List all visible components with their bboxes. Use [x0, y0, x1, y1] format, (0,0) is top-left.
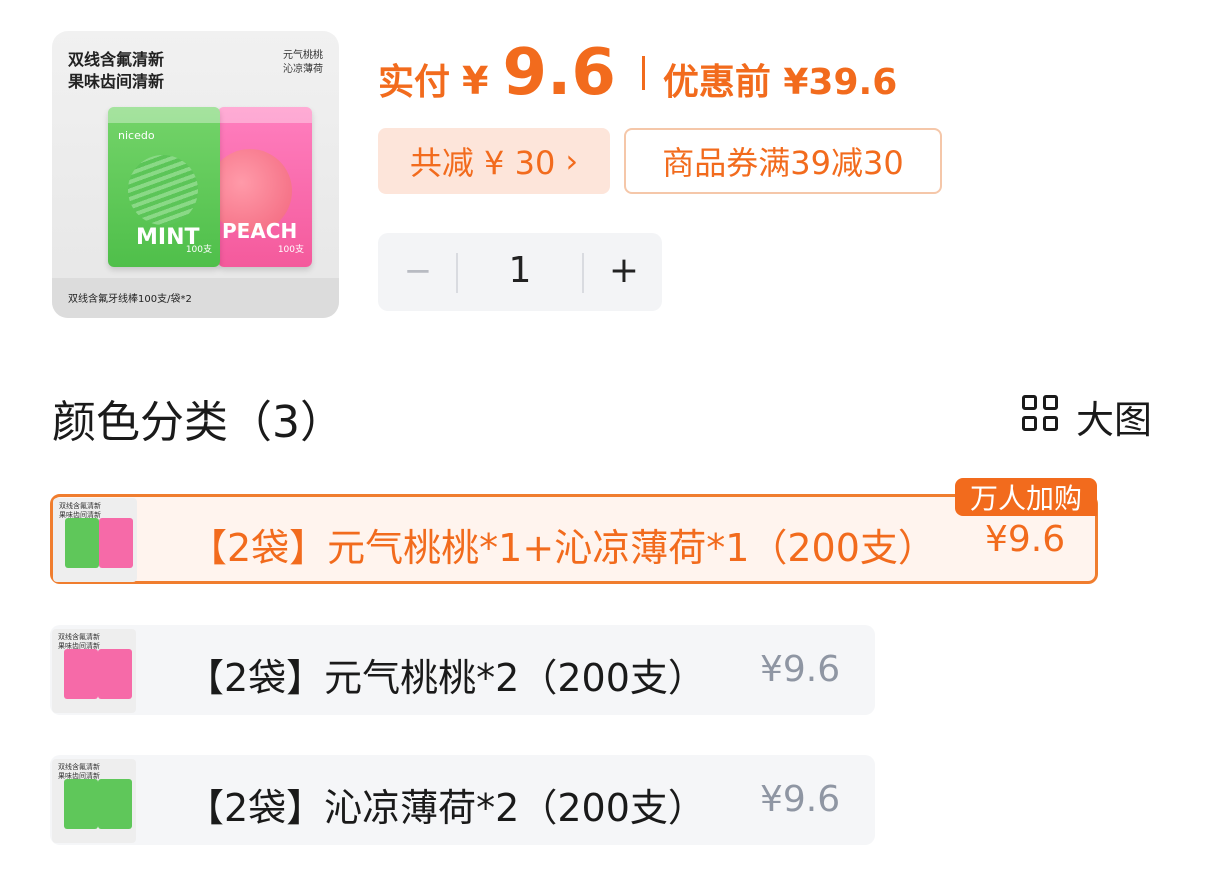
- coupon-chip[interactable]: 商品券满39减30: [624, 128, 942, 194]
- large-view-toggle[interactable]: 大图: [1022, 392, 1152, 442]
- sku-option[interactable]: 双线含氟清新 果味齿间清新 【2袋】元气桃桃*1+沁凉薄荷*1（200支） ¥9.…: [50, 494, 1098, 584]
- increment-button[interactable]: +: [604, 249, 644, 293]
- product-image[interactable]: 双线含氟清新 果味齿间清新 元气桃桃 沁凉薄荷 nicedo MINT 100支…: [52, 31, 339, 318]
- original-price: 优惠前 ¥39.6: [662, 62, 898, 103]
- product-image-flavors: 元气桃桃 沁凉薄荷: [283, 50, 323, 75]
- quantity-stepper: − 1 +: [378, 233, 662, 311]
- divider: [456, 253, 458, 293]
- total-discount-label: 共减 ¥ 30: [409, 144, 556, 182]
- mint-bag-image: nicedo MINT 100支: [108, 107, 220, 267]
- sku-thumbnail: 双线含氟清新 果味齿间清新: [52, 629, 136, 713]
- sku-price: ¥9.6: [760, 779, 841, 820]
- currency-symbol: ¥: [462, 59, 489, 103]
- large-view-label: 大图: [1076, 397, 1153, 442]
- decrement-button[interactable]: −: [400, 249, 436, 293]
- sku-thumbnail: 双线含氟清新 果味齿间清新: [52, 759, 136, 843]
- coupon-label: 商品券满39减30: [662, 144, 904, 182]
- paid-price: 9.6: [502, 36, 616, 110]
- paid-label: 实付: [378, 62, 451, 103]
- sku-name: 【2袋】元气桃桃*1+沁凉薄荷*1（200支）: [189, 526, 936, 570]
- sku-option[interactable]: 双线含氟清新 果味齿间清新 【2袋】元气桃桃*2（200支） ¥9.6: [50, 625, 875, 715]
- chevron-right-icon: ›: [565, 142, 579, 180]
- price-line: 实付 ¥ 9.6 优惠前 ¥39.6: [378, 36, 897, 116]
- peach-bag-image: PEACH 100支: [218, 107, 312, 267]
- sku-price: ¥9.6: [985, 519, 1066, 560]
- sku-option[interactable]: 双线含氟清新 果味齿间清新 【2袋】沁凉薄荷*2（200支） ¥9.6: [50, 755, 875, 845]
- price-divider: [641, 56, 645, 90]
- product-image-title: 双线含氟清新 果味齿间清新: [68, 50, 165, 91]
- divider: [582, 253, 584, 293]
- sku-name: 【2袋】元气桃桃*2（200支）: [186, 656, 706, 700]
- sku-thumbnail: 双线含氟清新 果味齿间清新: [53, 498, 137, 582]
- product-image-footer: 双线含氟牙线棒100支/袋*2: [52, 278, 339, 318]
- grid-icon: [1022, 395, 1064, 437]
- sku-name: 【2袋】沁凉薄荷*2（200支）: [186, 786, 706, 830]
- sku-price: ¥9.6: [760, 649, 841, 690]
- total-discount-chip[interactable]: 共减 ¥ 30 ›: [378, 128, 610, 194]
- color-category-title: 颜色分类（3）: [52, 397, 344, 448]
- popular-badge: 万人加购: [955, 478, 1097, 516]
- quantity-value[interactable]: 1: [488, 249, 552, 293]
